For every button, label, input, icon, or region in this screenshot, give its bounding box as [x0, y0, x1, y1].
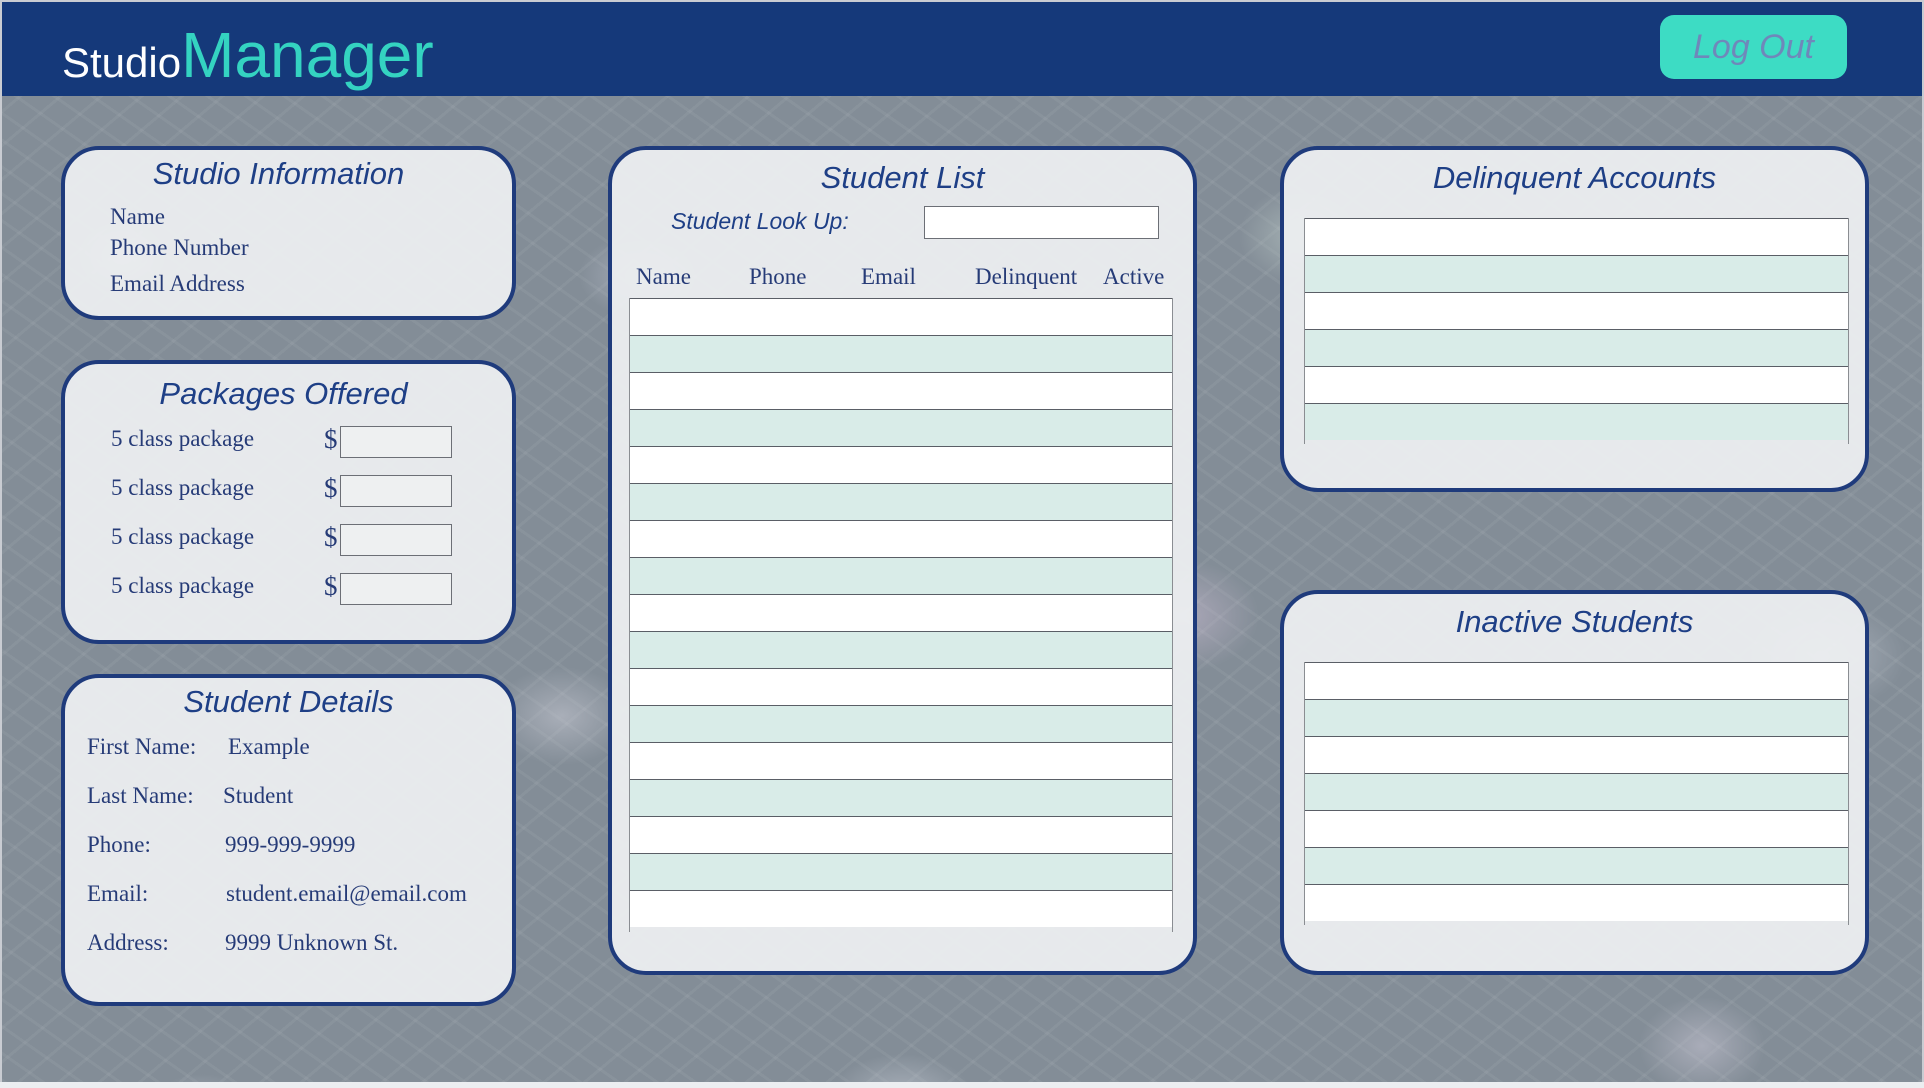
email-value: student.email@email.com [226, 881, 467, 906]
studio-email-label: Email Address [110, 271, 245, 296]
first-name-value: Example [228, 734, 310, 759]
table-row[interactable] [1305, 403, 1848, 440]
inactive-table [1304, 662, 1849, 925]
column-header-email: Email [861, 264, 916, 289]
dollar-sign: $ [324, 424, 338, 454]
delinquent-accounts-panel: Delinquent Accounts [1280, 146, 1869, 492]
studio-phone-label: Phone Number [110, 235, 249, 260]
table-row[interactable] [630, 742, 1172, 779]
column-header-name: Name [636, 264, 691, 289]
table-row[interactable] [1305, 699, 1848, 736]
delinquent-table [1304, 218, 1849, 444]
dollar-sign: $ [324, 522, 338, 552]
table-row[interactable] [1305, 773, 1848, 810]
table-row[interactable] [1305, 847, 1848, 884]
student-table [629, 298, 1173, 932]
logo-manager: Manager [181, 19, 434, 91]
table-row[interactable] [630, 594, 1172, 631]
address-label: Address: [87, 930, 169, 955]
student-lookup-label: Student Look Up: [671, 208, 849, 234]
logo-studio: Studio [62, 39, 182, 86]
table-row[interactable] [630, 298, 1172, 335]
package-price-input[interactable] [340, 573, 452, 605]
phone-label: Phone: [87, 832, 151, 857]
table-row[interactable] [1305, 218, 1848, 255]
column-header-phone: Phone [749, 264, 807, 289]
table-row[interactable] [630, 409, 1172, 446]
column-header-active: Active [1103, 264, 1165, 289]
top-bar: StudioManager Log Out [2, 2, 1922, 96]
table-row[interactable] [630, 705, 1172, 742]
last-name-value: Student [223, 783, 294, 808]
table-row[interactable] [630, 483, 1172, 520]
table-row[interactable] [1305, 736, 1848, 773]
table-row[interactable] [630, 779, 1172, 816]
first-name-label: First Name: [87, 734, 197, 759]
student-details-title: Student Details [183, 684, 394, 719]
table-row[interactable] [630, 446, 1172, 483]
app-logo: StudioManager [62, 18, 434, 92]
column-header-delinquent: Delinquent [975, 264, 1078, 289]
table-row[interactable] [630, 890, 1172, 927]
table-row[interactable] [630, 372, 1172, 409]
table-row[interactable] [630, 520, 1172, 557]
app-window: StudioManager Log Out Studio Information… [0, 0, 1924, 1082]
table-row[interactable] [1305, 662, 1848, 699]
table-row[interactable] [630, 631, 1172, 668]
package-label: 5 class package [111, 426, 255, 451]
email-label: Email: [87, 881, 149, 906]
studio-info-panel: Studio Information Name Phone Number Ema… [61, 146, 516, 320]
student-lookup-input[interactable] [924, 206, 1159, 239]
packages-title: Packages Offered [159, 376, 408, 411]
student-list-title: Student List [820, 160, 985, 195]
delinquent-accounts-title: Delinquent Accounts [1432, 160, 1717, 195]
table-row[interactable] [630, 668, 1172, 705]
table-row[interactable] [1305, 884, 1848, 921]
package-price-input[interactable] [340, 475, 452, 507]
table-row[interactable] [1305, 255, 1848, 292]
package-label: 5 class package [111, 573, 255, 598]
studio-info-title: Studio Information [152, 156, 405, 191]
student-list-panel: Student List Student Look Up: Name Phone… [608, 146, 1197, 975]
table-row[interactable] [630, 335, 1172, 372]
dollar-sign: $ [324, 571, 338, 601]
package-price-input[interactable] [340, 524, 452, 556]
student-details-panel: Student Details First Name: Example Last… [61, 674, 516, 1006]
table-row[interactable] [1305, 810, 1848, 847]
table-row[interactable] [1305, 366, 1848, 403]
package-label: 5 class package [111, 475, 255, 500]
logout-button[interactable]: Log Out [1660, 15, 1847, 79]
packages-panel: Packages Offered 5 class package $ 5 cla… [61, 360, 516, 644]
table-row[interactable] [630, 816, 1172, 853]
inactive-students-title: Inactive Students [1455, 604, 1694, 639]
inactive-students-panel: Inactive Students [1280, 590, 1869, 975]
last-name-label: Last Name: [87, 783, 194, 808]
address-value: 9999 Unknown St. [225, 930, 399, 955]
table-row[interactable] [630, 853, 1172, 890]
dollar-sign: $ [324, 473, 338, 503]
package-price-input[interactable] [340, 426, 452, 458]
phone-value: 999-999-9999 [225, 832, 356, 857]
table-row[interactable] [1305, 292, 1848, 329]
table-row[interactable] [630, 557, 1172, 594]
table-row[interactable] [1305, 329, 1848, 366]
studio-name-label: Name [110, 204, 165, 229]
package-label: 5 class package [111, 524, 255, 549]
